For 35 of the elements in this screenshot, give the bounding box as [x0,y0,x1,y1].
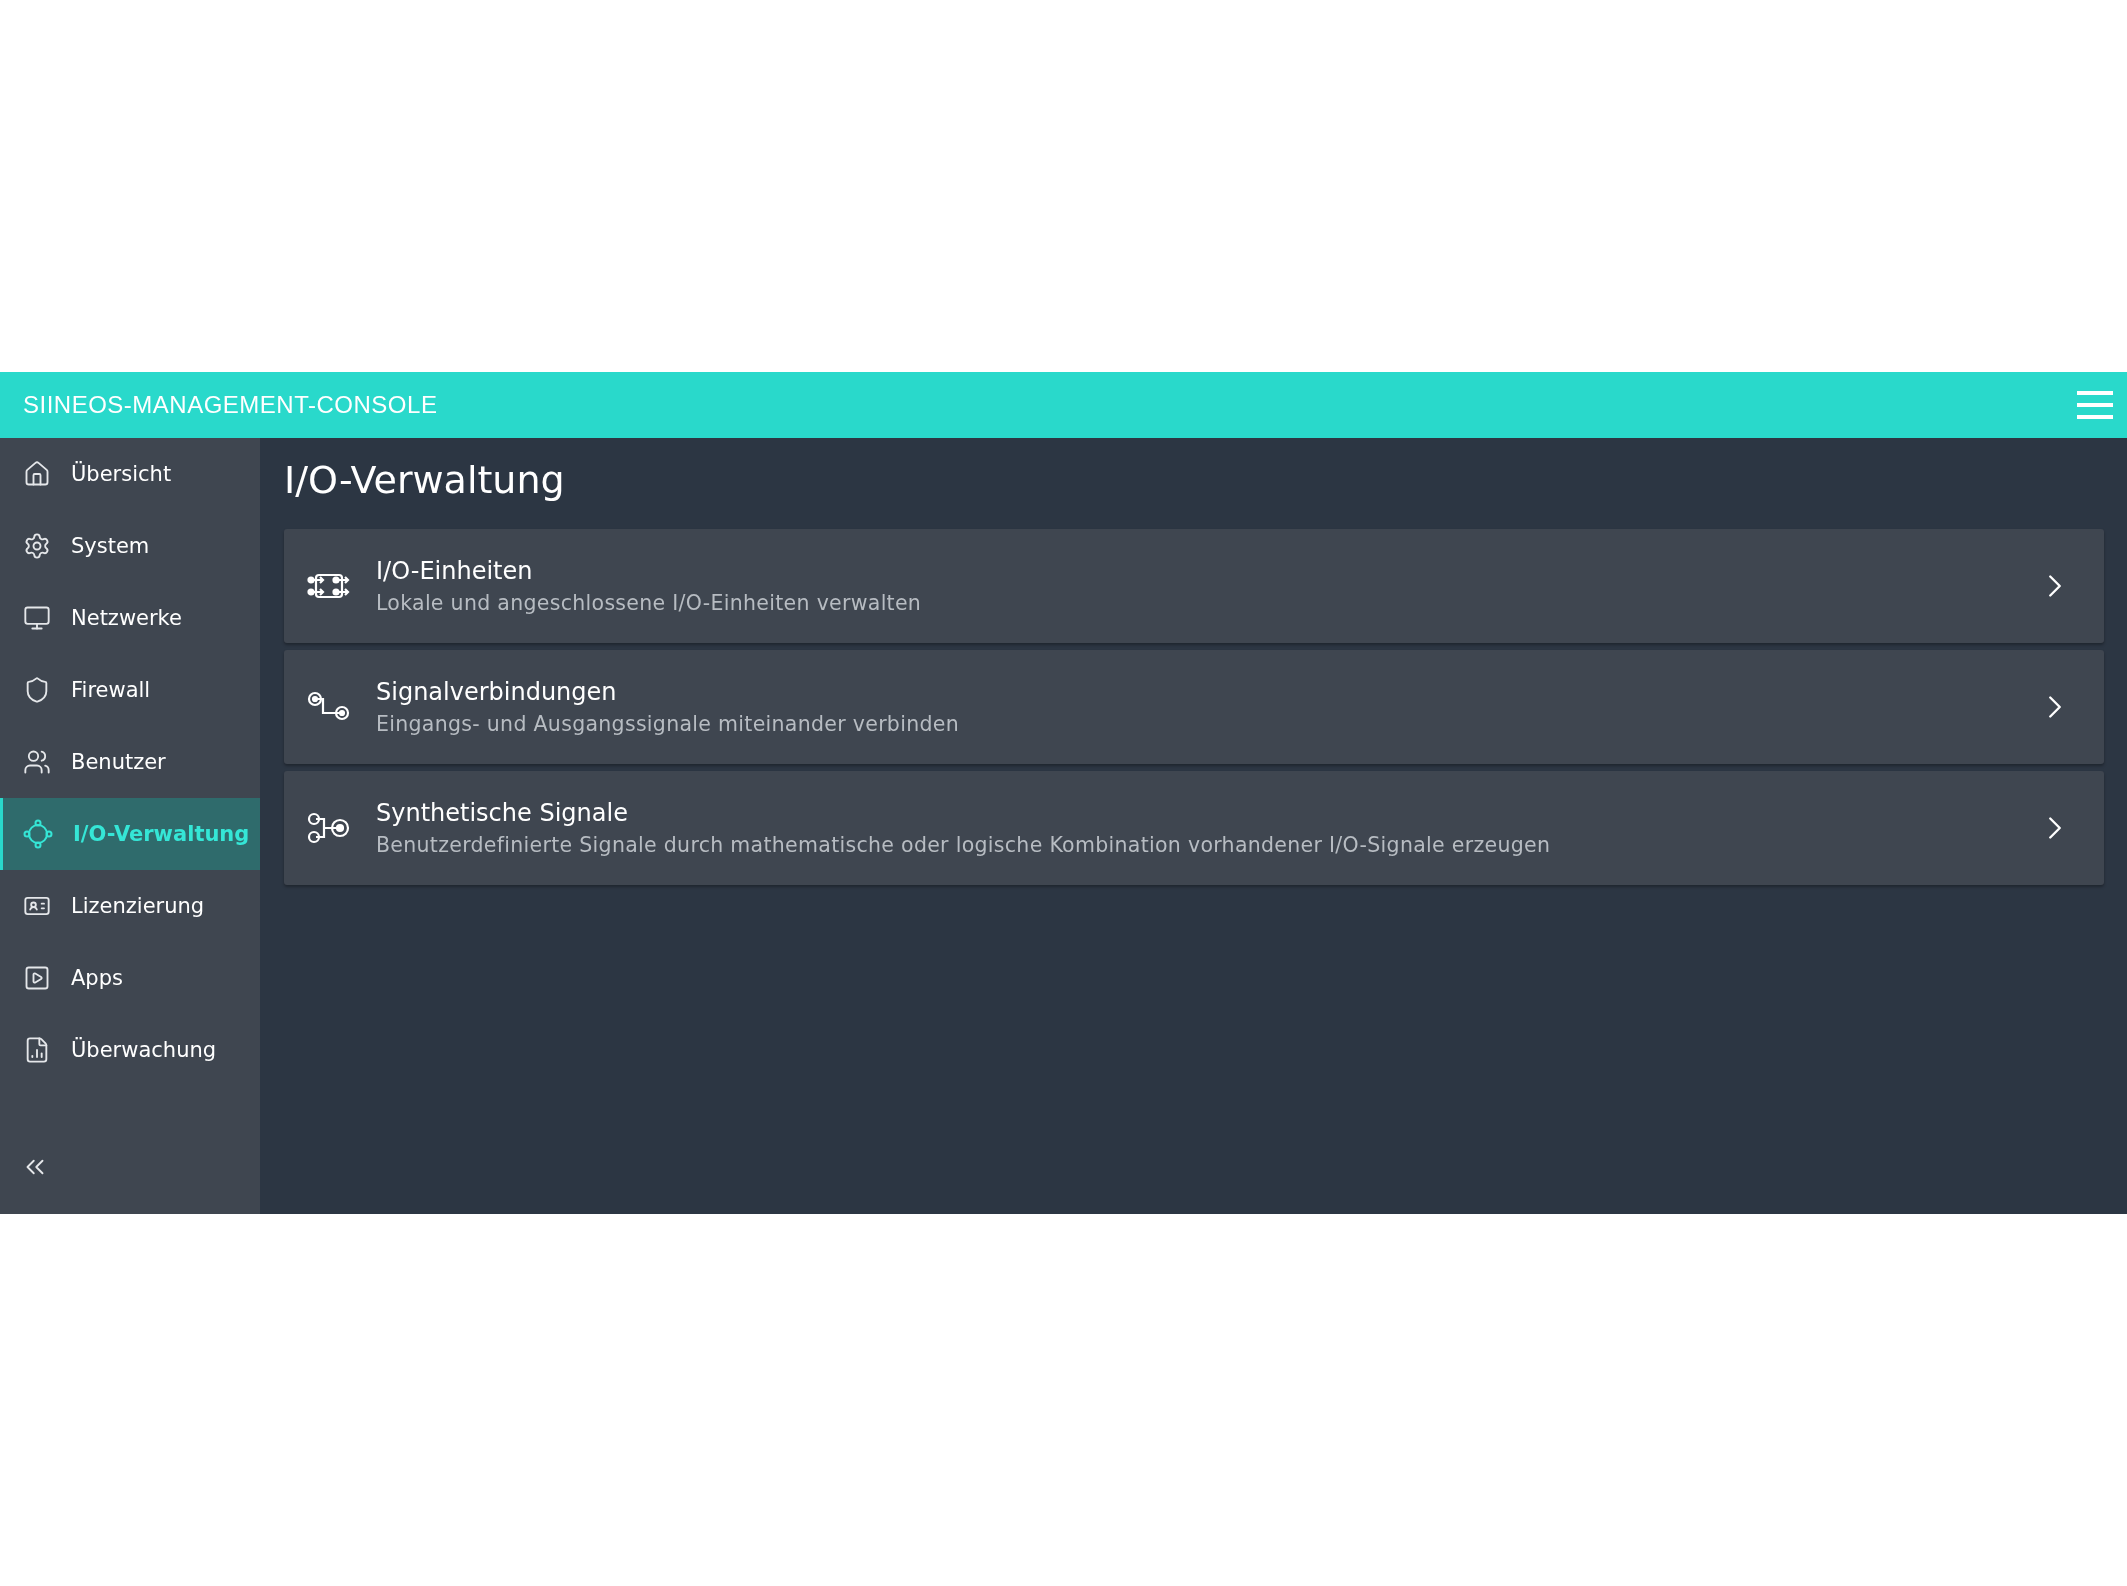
card-title: I/O-Einheiten [376,557,534,585]
sidebar-item-label: I/O-Verwaltung [73,822,250,846]
sidebar-item-label: Benutzer [71,750,166,774]
sidebar-item[interactable]: Netzwerke [0,582,260,654]
sidebar-item[interactable]: Überwachung [0,1014,260,1086]
card-title: Signalverbindungen [376,678,618,706]
navigation-card[interactable]: Signalverbindungen Eingangs- und Ausgangssignale miteinander verbinden [284,650,2104,764]
sidebar-item-label: Apps [71,966,123,990]
sidebar-item[interactable]: Lizenzierung [0,870,260,942]
apps-icon [23,964,51,992]
sidebar-item[interactable]: Übersicht [0,438,260,510]
card-title: Synthetische Signale [376,799,629,827]
sidebar-item-label: System [71,534,150,558]
sidebar-item[interactable]: I/O-Verwaltung [0,798,260,870]
sidebar-item-label: Lizenzierung [71,894,205,918]
navigation-card[interactable]: Synthetische Signale Benutzerdefinierte Signale durch mathematische oder logische Kombination vorhandener I/O-Signale erzeugen [284,771,2104,885]
users-icon [23,748,51,776]
system-icon [23,532,51,560]
sidebar-item-label: Firewall [71,678,151,702]
sidebar-item[interactable]: System [0,510,260,582]
sidebar-item[interactable]: Apps [0,942,260,1014]
network-icon [23,604,51,632]
sidebar-item-label: Überwachung [71,1038,217,1062]
circuit-icon [23,819,53,849]
sidebar-item[interactable]: Benutzer [0,726,260,798]
page-title: I/O-Verwaltung [284,458,566,502]
sidebar-item[interactable]: Firewall [0,654,260,726]
home-icon [23,460,51,488]
card-description: Lokale und angeschlossene I/O-Einheiten verwalten [376,591,923,615]
navigation-card[interactable]: I/O-Einheiten Lokale und angeschlossene I/O-Einheiten verwalten [284,529,2104,643]
app-title: SIINEOS-MANAGEMENT-CONSOLE [23,391,438,419]
sidebar-item-label: Netzwerke [71,606,182,630]
card-description: Benutzerdefinierte Signale durch mathematische oder logische Kombination vorhandener I/O-Signale erzeugen [376,833,1552,857]
card-description: Eingangs- und Ausgangssignale miteinander verbinden [376,712,960,736]
sidebar-item-label: Übersicht [71,462,172,486]
